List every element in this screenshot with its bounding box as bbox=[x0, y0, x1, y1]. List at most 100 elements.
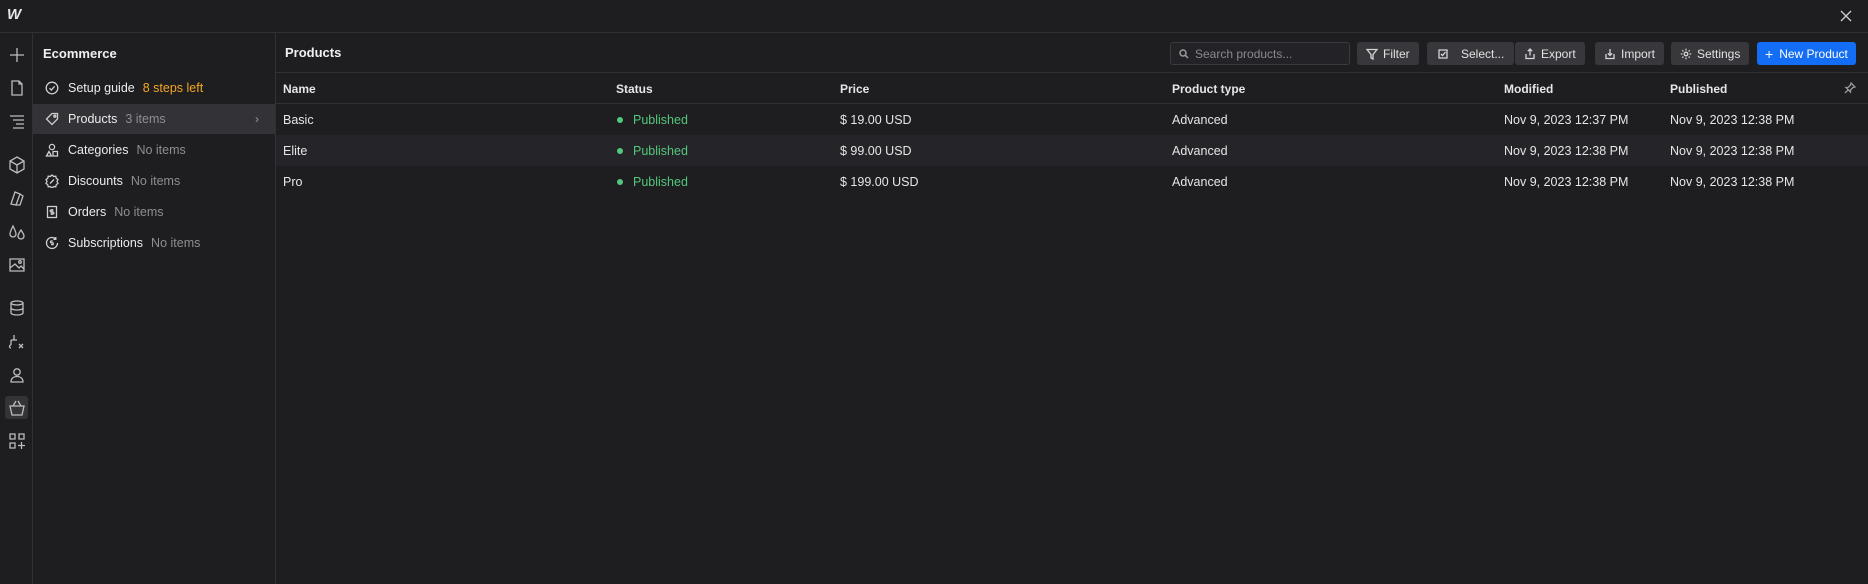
sidebar-item-categories[interactable]: Categories No items bbox=[33, 135, 275, 165]
product-name: Pro bbox=[283, 175, 303, 189]
import-button[interactable]: Import bbox=[1595, 42, 1665, 65]
receipt-icon bbox=[45, 205, 59, 219]
column-header-product-type[interactable]: Product type bbox=[1172, 82, 1245, 96]
chevron-right-icon: › bbox=[255, 112, 259, 126]
search-box[interactable] bbox=[1170, 42, 1350, 65]
page-icon[interactable] bbox=[5, 76, 28, 99]
steps-left-count: 8 steps left bbox=[142, 81, 204, 95]
cms-icon[interactable] bbox=[5, 296, 28, 319]
new-product-button[interactable]: + New Product bbox=[1757, 42, 1856, 65]
product-price: $ 199.00 USD bbox=[840, 175, 919, 189]
subscription-icon bbox=[45, 236, 59, 250]
product-name: Basic bbox=[283, 113, 314, 127]
sidebar-item-label: Discounts bbox=[68, 174, 123, 188]
new-product-label: New Product bbox=[1779, 46, 1848, 61]
webflow-logo[interactable]: W bbox=[7, 7, 26, 22]
column-header-published[interactable]: Published bbox=[1670, 82, 1727, 96]
pin-icon[interactable] bbox=[1844, 81, 1857, 94]
product-price: $ 19.00 USD bbox=[840, 113, 912, 127]
product-type: Advanced bbox=[1172, 144, 1228, 158]
components-icon[interactable] bbox=[5, 153, 28, 176]
navigator-icon[interactable] bbox=[5, 109, 28, 132]
products-table: Name Status Price Product type Modified … bbox=[276, 73, 1868, 197]
table-row[interactable]: Basic Published $ 19.00 USD Advanced Nov… bbox=[276, 104, 1868, 135]
users-icon[interactable] bbox=[5, 363, 28, 386]
variables-icon[interactable] bbox=[5, 220, 28, 243]
status-badge: Published bbox=[617, 175, 688, 189]
plus-icon: + bbox=[1765, 45, 1774, 62]
styles-icon[interactable] bbox=[5, 186, 28, 209]
column-header-modified[interactable]: Modified bbox=[1504, 82, 1553, 96]
product-price: $ 99.00 USD bbox=[840, 144, 912, 158]
export-icon bbox=[1525, 47, 1535, 59]
checkbox-icon bbox=[1438, 48, 1448, 59]
logic-icon[interactable] bbox=[5, 330, 28, 353]
sidebar-item-discounts[interactable]: Discounts No items bbox=[33, 166, 275, 196]
top-bar: W bbox=[0, 0, 1868, 33]
export-label: Export bbox=[1541, 46, 1576, 61]
check-circle-icon bbox=[45, 81, 59, 95]
table-row[interactable]: Elite Published $ 99.00 USD Advanced Nov… bbox=[276, 135, 1868, 166]
settings-button[interactable]: Settings bbox=[1671, 42, 1750, 65]
shapes-icon bbox=[45, 143, 59, 157]
filter-icon bbox=[1366, 48, 1378, 60]
tag-icon bbox=[45, 112, 59, 126]
modified-date: Nov 9, 2023 12:38 PM bbox=[1504, 175, 1629, 189]
close-icon bbox=[1840, 10, 1852, 22]
modified-date: Nov 9, 2023 12:37 PM bbox=[1504, 113, 1629, 127]
sidebar-item-products[interactable]: Products 3 items › bbox=[33, 104, 275, 134]
products-panel: Products Filter Select... Export Import … bbox=[276, 33, 1868, 584]
item-count: No items bbox=[151, 236, 201, 250]
select-label: Select... bbox=[1461, 46, 1505, 61]
sidebar-item-subscriptions[interactable]: Subscriptions No items bbox=[33, 228, 275, 258]
status-badge: Published bbox=[617, 144, 688, 158]
published-date: Nov 9, 2023 12:38 PM bbox=[1670, 144, 1795, 158]
assets-icon[interactable] bbox=[5, 253, 28, 276]
page-title: Products bbox=[285, 45, 342, 60]
status-badge: Published bbox=[617, 113, 688, 127]
sidebar-item-label: Orders bbox=[68, 205, 107, 219]
sidebar-item-label: Categories bbox=[68, 143, 129, 157]
status-dot bbox=[617, 148, 623, 154]
sidebar-item-orders[interactable]: Orders No items bbox=[33, 197, 275, 227]
ecommerce-sidebar: Ecommerce Setup guide 8 steps left Produ… bbox=[33, 33, 276, 584]
filter-label: Filter bbox=[1383, 46, 1410, 61]
add-icon[interactable] bbox=[5, 43, 28, 66]
import-icon bbox=[1605, 48, 1615, 59]
item-count: No items bbox=[114, 205, 164, 219]
gear-icon bbox=[1680, 48, 1692, 59]
ecommerce-basket-icon[interactable] bbox=[5, 396, 28, 419]
column-header-name[interactable]: Name bbox=[283, 82, 316, 96]
close-button[interactable] bbox=[1836, 6, 1856, 26]
settings-label: Settings bbox=[1697, 46, 1741, 61]
item-count: 3 items bbox=[125, 112, 166, 126]
search-icon bbox=[1179, 48, 1189, 59]
sidebar-item-setup-guide[interactable]: Setup guide 8 steps left bbox=[33, 73, 275, 103]
sidebar-item-label: Setup guide bbox=[68, 81, 135, 95]
product-name: Elite bbox=[283, 144, 308, 158]
status-dot bbox=[617, 179, 623, 185]
sidebar-item-label: Products bbox=[68, 112, 118, 126]
column-header-status[interactable]: Status bbox=[616, 82, 653, 96]
published-date: Nov 9, 2023 12:38 PM bbox=[1670, 113, 1795, 127]
product-type: Advanced bbox=[1172, 175, 1228, 189]
modified-date: Nov 9, 2023 12:38 PM bbox=[1504, 144, 1629, 158]
status-dot bbox=[617, 117, 623, 123]
sidebar-title: Ecommerce bbox=[43, 46, 117, 61]
discount-badge-icon bbox=[45, 174, 59, 188]
sidebar-item-label: Subscriptions bbox=[68, 236, 144, 250]
item-count: No items bbox=[136, 143, 186, 157]
export-button[interactable]: Export bbox=[1515, 42, 1585, 65]
products-header: Products Filter Select... Export Import … bbox=[276, 33, 1868, 73]
table-header: Name Status Price Product type Modified … bbox=[276, 73, 1868, 104]
search-input[interactable] bbox=[1195, 46, 1345, 61]
select-button[interactable]: Select... bbox=[1427, 42, 1515, 65]
item-count: No items bbox=[130, 174, 181, 188]
apps-icon[interactable] bbox=[5, 429, 28, 452]
column-header-price[interactable]: Price bbox=[840, 82, 869, 96]
import-label: Import bbox=[1621, 46, 1656, 61]
product-type: Advanced bbox=[1172, 113, 1228, 127]
published-date: Nov 9, 2023 12:38 PM bbox=[1670, 175, 1795, 189]
table-row[interactable]: Pro Published $ 199.00 USD Advanced Nov … bbox=[276, 166, 1868, 197]
filter-button[interactable]: Filter bbox=[1357, 42, 1419, 65]
